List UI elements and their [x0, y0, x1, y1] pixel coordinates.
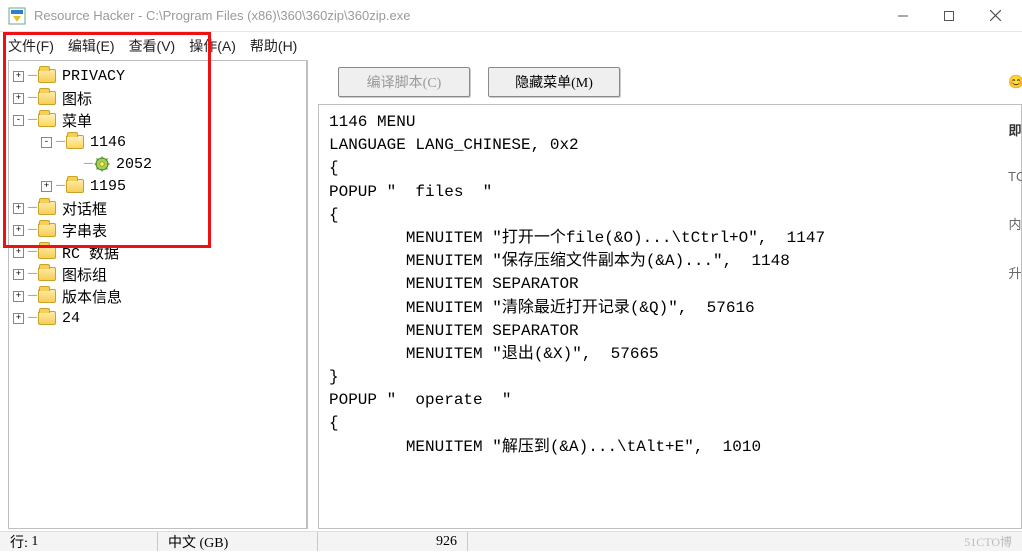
expand-icon[interactable]: + — [13, 93, 24, 104]
toolbar: 编译脚本(C) 隐藏菜单(M) — [308, 60, 1022, 104]
tree-connector: ─ — [28, 222, 36, 239]
tree-connector: ─ — [28, 266, 36, 283]
tree-row[interactable]: + ─ PRIVACY — [13, 65, 306, 87]
menu-file[interactable]: 文件(F) — [8, 36, 54, 56]
folder-icon — [38, 223, 56, 237]
side-strip-4: 升 — [1008, 263, 1022, 282]
status-line-value: 1 — [31, 534, 38, 550]
side-strip-2: TC — [1008, 169, 1022, 184]
app-icon — [8, 7, 26, 25]
side-strip-1: 即 — [1008, 120, 1022, 139]
tree-item-label: 对话框 — [62, 198, 107, 219]
folder-icon — [38, 267, 56, 281]
hide-menu-label: 隐藏菜单(M) — [515, 72, 593, 92]
tree-item-label: 图标 — [62, 88, 92, 109]
folder-icon — [38, 201, 56, 215]
tree-row[interactable]: + ─ 24 — [13, 307, 306, 329]
right-pane: 编译脚本(C) 隐藏菜单(M) 1146 MENU LANGUAGE LANG_… — [308, 60, 1022, 531]
tree-connector: ─ — [28, 68, 36, 85]
status-lang-cell: 中文 (GB) — [158, 532, 318, 551]
minimize-button[interactable] — [880, 2, 926, 30]
collapse-icon[interactable]: - — [41, 137, 52, 148]
tree-item-label: 1195 — [90, 178, 126, 195]
tree-connector: ─ — [28, 288, 36, 305]
expand-icon[interactable]: + — [13, 225, 24, 236]
menu-action[interactable]: 操作(A) — [189, 36, 236, 56]
side-strip-3: 内 — [1008, 214, 1022, 233]
statusbar: 行: 1 中文 (GB) 926 51CTO博 — [0, 531, 1022, 551]
tree-item-label: 字串表 — [62, 220, 107, 241]
menu-edit[interactable]: 编辑(E) — [68, 36, 115, 56]
script-editor[interactable]: 1146 MENU LANGUAGE LANG_CHINESE, 0x2 { P… — [318, 104, 1022, 529]
window-title: Resource Hacker - C:\Program Files (x86)… — [34, 8, 410, 23]
tree-item-label: 24 — [62, 310, 80, 327]
tree-item-label: 1146 — [90, 134, 126, 151]
folder-icon — [38, 69, 56, 83]
gear-icon — [94, 156, 110, 172]
folder-open-icon — [66, 135, 84, 149]
tree-row[interactable]: -─ 菜单 — [13, 109, 306, 131]
titlebar: Resource Hacker - C:\Program Files (x86)… — [0, 0, 1022, 32]
tree-row[interactable]: + ─ 1195 — [13, 175, 306, 197]
tree-connector: ─ — [84, 156, 92, 173]
tree-item-label: 图标组 — [62, 264, 107, 285]
folder-icon — [38, 245, 56, 259]
tree-connector: ─ — [28, 200, 36, 217]
tree-row[interactable]: + ─ 字串表 — [13, 219, 306, 241]
tree-item-label: 2052 — [116, 156, 152, 173]
tree-connector: ─ — [56, 134, 64, 151]
tree-row[interactable]: ─ 2052 — [13, 153, 306, 175]
maximize-button[interactable] — [926, 2, 972, 30]
tree-connector: ─ — [28, 112, 36, 129]
side-strip-emoji: 😊 — [1008, 74, 1022, 90]
tree-row[interactable]: + ─ 图标组 — [13, 263, 306, 285]
tree-row[interactable]: + ─ 对话框 — [13, 197, 306, 219]
watermark: 51CTO博 — [964, 533, 1022, 550]
status-line-label: 行: — [10, 532, 28, 552]
folder-open-icon — [38, 113, 56, 127]
expand-icon[interactable]: + — [13, 291, 24, 302]
expand-icon[interactable]: + — [13, 203, 24, 214]
tree-item-label: PRIVACY — [62, 68, 125, 85]
expand-icon[interactable]: + — [41, 181, 52, 192]
folder-icon — [38, 311, 56, 325]
tree-item-label: 版本信息 — [62, 286, 122, 307]
tree-row[interactable]: -─ 1146 — [13, 131, 306, 153]
tree-connector: ─ — [56, 178, 64, 195]
status-line-cell: 行: 1 — [0, 532, 158, 551]
tree-item-label: 菜单 — [62, 110, 92, 131]
compile-script-button[interactable]: 编译脚本(C) — [338, 67, 470, 97]
menu-help[interactable]: 帮助(H) — [250, 36, 297, 56]
expand-icon[interactable]: + — [13, 269, 24, 280]
tree-connector: ─ — [28, 310, 36, 327]
status-col-cell: 926 — [318, 532, 468, 551]
tree-item-label: RC 数据 — [62, 242, 119, 263]
expand-icon[interactable]: + — [13, 71, 24, 82]
tree-connector: ─ — [28, 90, 36, 107]
content-area: +─PRIVACY+─图标-─菜单 -─1146 ─2052 +─1195+─对… — [0, 60, 1022, 531]
expand-icon[interactable]: + — [13, 247, 24, 258]
hide-menu-button[interactable]: 隐藏菜单(M) — [488, 67, 620, 97]
menubar: 文件(F) 编辑(E) 查看(V) 操作(A) 帮助(H) — [0, 32, 1022, 60]
side-strip: 😊 即 TC 内 升 — [1008, 74, 1022, 282]
tree-row[interactable]: + ─ 版本信息 — [13, 285, 306, 307]
close-button[interactable] — [972, 2, 1018, 30]
resource-tree[interactable]: +─PRIVACY+─图标-─菜单 -─1146 ─2052 +─1195+─对… — [8, 60, 308, 529]
expand-icon[interactable]: + — [13, 313, 24, 324]
tree-row[interactable]: + ─ RC 数据 — [13, 241, 306, 263]
folder-icon — [38, 91, 56, 105]
compile-script-label: 编译脚本(C) — [367, 72, 442, 92]
menu-view[interactable]: 查看(V) — [129, 36, 176, 56]
tree-row[interactable]: + ─ 图标 — [13, 87, 306, 109]
collapse-icon[interactable]: - — [13, 115, 24, 126]
folder-icon — [38, 289, 56, 303]
folder-icon — [66, 179, 84, 193]
tree-connector: ─ — [28, 244, 36, 261]
